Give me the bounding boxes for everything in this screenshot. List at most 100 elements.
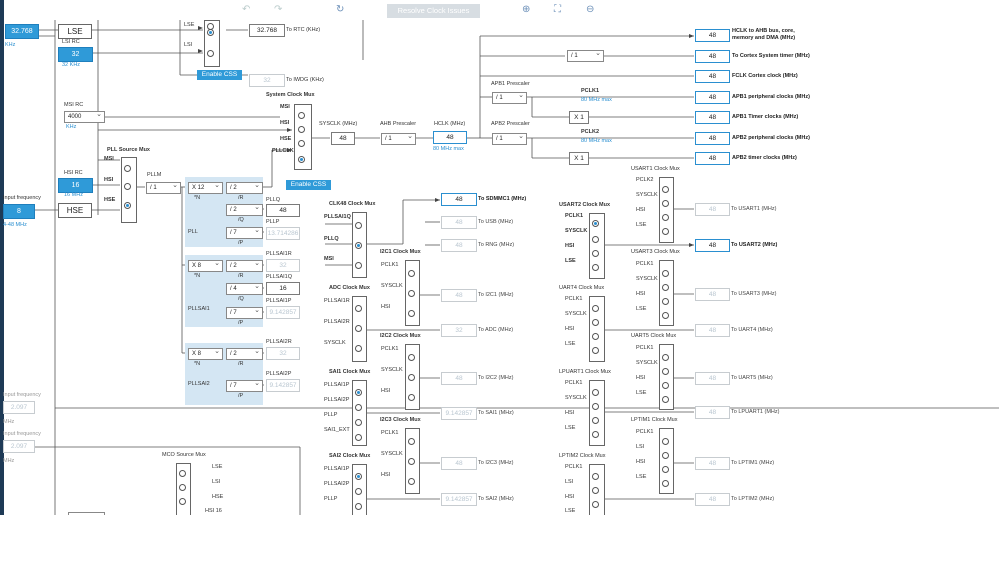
lptim1-option-b[interactable] xyxy=(662,452,669,459)
uart4-option-a[interactable] xyxy=(592,305,599,312)
i2c1-option-pclk[interactable] xyxy=(408,270,415,277)
uart5-option-c[interactable] xyxy=(662,382,669,389)
i2c2-option-pclk[interactable] xyxy=(408,354,415,361)
sdmmc-output-value[interactable]: 48 xyxy=(441,193,477,206)
apb2-timer-output-value[interactable]: 48 xyxy=(695,152,730,165)
uart5-option-b[interactable] xyxy=(662,368,669,375)
pllsai2r-select[interactable]: / 2 xyxy=(226,347,263,360)
hclk-value[interactable]: 48 xyxy=(433,131,467,144)
i2c2-option-hsi[interactable] xyxy=(408,394,415,401)
sai2-option-pllsai2p[interactable] xyxy=(355,488,362,495)
usart2-option-c[interactable] xyxy=(592,250,599,257)
apb2-peripheral-output-value[interactable]: 48 xyxy=(695,132,730,145)
i2c3-option-hsi[interactable] xyxy=(408,478,415,485)
lptim2-option-c[interactable] xyxy=(592,501,599,508)
lptim1-option-a[interactable] xyxy=(662,438,669,445)
msi-frequency-select[interactable]: 4000 xyxy=(64,110,105,123)
usart2-option-d[interactable] xyxy=(592,264,599,271)
pllsai2p-select[interactable]: / 7 xyxy=(226,379,263,392)
usart3-option-a[interactable] xyxy=(662,270,669,277)
mco-option-lse[interactable] xyxy=(179,470,186,477)
enable-css-hse-button[interactable]: Enable CSS xyxy=(286,180,331,190)
cortex-systimer-output-value[interactable]: 48 xyxy=(695,50,730,63)
lpuart1-option-b[interactable] xyxy=(592,403,599,410)
lse-frequency-input[interactable]: 32.768 xyxy=(5,24,39,39)
clk48-option-pllq[interactable] xyxy=(355,242,362,249)
input-frequency-3-field[interactable]: 2.097 xyxy=(3,440,35,453)
usart3-option-c[interactable] xyxy=(662,298,669,305)
i2c1-option-sysclk[interactable] xyxy=(408,290,415,297)
sai2-option-pllp[interactable] xyxy=(355,503,362,510)
usart2-output-value[interactable]: 48 xyxy=(695,239,730,252)
lpuart1-option-a[interactable] xyxy=(592,389,599,396)
lptim1-option-d[interactable] xyxy=(662,480,669,487)
apb2-prescaler-select[interactable]: / 1 xyxy=(492,132,527,145)
pllsai1p-select[interactable]: / 7 xyxy=(226,306,263,319)
adc-option-pllsai1r[interactable] xyxy=(355,305,362,312)
input-frequency-2-field[interactable]: 2.097 xyxy=(3,401,35,414)
pllq-select[interactable]: / 2 xyxy=(226,203,263,216)
pllsai1q-select[interactable]: / 4 xyxy=(226,282,263,295)
plln-select[interactable]: X 12 xyxy=(188,181,223,194)
clk48-option-pllsai1q[interactable] xyxy=(355,222,362,229)
pllm-select[interactable]: / 1 xyxy=(146,181,181,194)
systimer-divider-select[interactable]: / 1 xyxy=(567,49,604,62)
enable-css-lse-button[interactable]: Enable CSS xyxy=(197,70,242,80)
sysmux-option-hse[interactable] xyxy=(298,140,305,147)
rtc-mux-option-lsi[interactable] xyxy=(207,29,214,36)
rtc-mux-option-hse[interactable] xyxy=(207,50,214,57)
pllp-select[interactable]: / 7 xyxy=(226,226,263,239)
sai1-option-pllp[interactable] xyxy=(355,419,362,426)
mco-option-lsi[interactable] xyxy=(179,484,186,491)
pllsai1r-select[interactable]: / 2 xyxy=(226,259,263,272)
sai1-option-pllsai2p[interactable] xyxy=(355,404,362,411)
i2c2-option-sysclk[interactable] xyxy=(408,374,415,381)
i2c1-option-hsi[interactable] xyxy=(408,310,415,317)
hse-frequency-input[interactable]: 8 xyxy=(3,204,35,219)
apb1-prescaler-select[interactable]: / 1 xyxy=(492,91,527,104)
apb1-timer-output-value[interactable]: 48 xyxy=(695,111,730,124)
uart5-option-d[interactable] xyxy=(662,396,669,403)
usart2-option-b[interactable] xyxy=(592,236,599,243)
sai1-option-pllsai1p[interactable] xyxy=(355,389,362,396)
hse-oscillator[interactable]: HSE xyxy=(58,203,92,218)
uart5-option-a[interactable] xyxy=(662,354,669,361)
usart1-option-a[interactable] xyxy=(662,186,669,193)
uart4-option-d[interactable] xyxy=(592,347,599,354)
uart4-option-b[interactable] xyxy=(592,319,599,326)
usart1-option-b[interactable] xyxy=(662,200,669,207)
lse-oscillator[interactable]: LSE xyxy=(58,24,92,39)
lptim1-option-c[interactable] xyxy=(662,466,669,473)
lpuart1-option-c[interactable] xyxy=(592,417,599,424)
sysmux-option-msi[interactable] xyxy=(298,112,305,119)
lptim2-option-b[interactable] xyxy=(592,487,599,494)
apb1-peripheral-output-value[interactable]: 48 xyxy=(695,91,730,104)
sysmux-option-hsi[interactable] xyxy=(298,126,305,133)
usart3-option-b[interactable] xyxy=(662,284,669,291)
i2c3-option-pclk[interactable] xyxy=(408,438,415,445)
usart1-option-c[interactable] xyxy=(662,214,669,221)
pll-source-option-hsi[interactable] xyxy=(124,183,131,190)
uart4-option-c[interactable] xyxy=(592,333,599,340)
pllr-select[interactable]: / 2 xyxy=(226,181,263,194)
sai2-option-pllsai1p[interactable] xyxy=(355,473,362,480)
pllsai1n-select[interactable]: X 8 xyxy=(188,259,223,272)
usart2-option-a[interactable] xyxy=(592,220,599,227)
i2c3-option-sysclk[interactable] xyxy=(408,458,415,465)
pll-source-option-hse[interactable] xyxy=(124,202,131,209)
usart3-option-d[interactable] xyxy=(662,312,669,319)
ahb-prescaler-select[interactable]: / 1 xyxy=(381,132,416,145)
adc-option-sysclk[interactable] xyxy=(355,345,362,352)
sysmux-option-pllclk[interactable] xyxy=(298,156,305,163)
mco-option-hse[interactable] xyxy=(179,498,186,505)
pll-source-option-msi[interactable] xyxy=(124,165,131,172)
hclk-ahb-output-value[interactable]: 48 xyxy=(695,29,730,42)
adc-option-pllsai2r[interactable] xyxy=(355,325,362,332)
sai1-option-ext[interactable] xyxy=(355,434,362,441)
pllsai2n-select[interactable]: X 8 xyxy=(188,347,223,360)
lptim2-option-a[interactable] xyxy=(592,473,599,480)
clk48-option-msi[interactable] xyxy=(355,262,362,269)
fclk-output-value[interactable]: 48 xyxy=(695,70,730,83)
lpuart1-option-d[interactable] xyxy=(592,431,599,438)
usart1-option-d[interactable] xyxy=(662,228,669,235)
